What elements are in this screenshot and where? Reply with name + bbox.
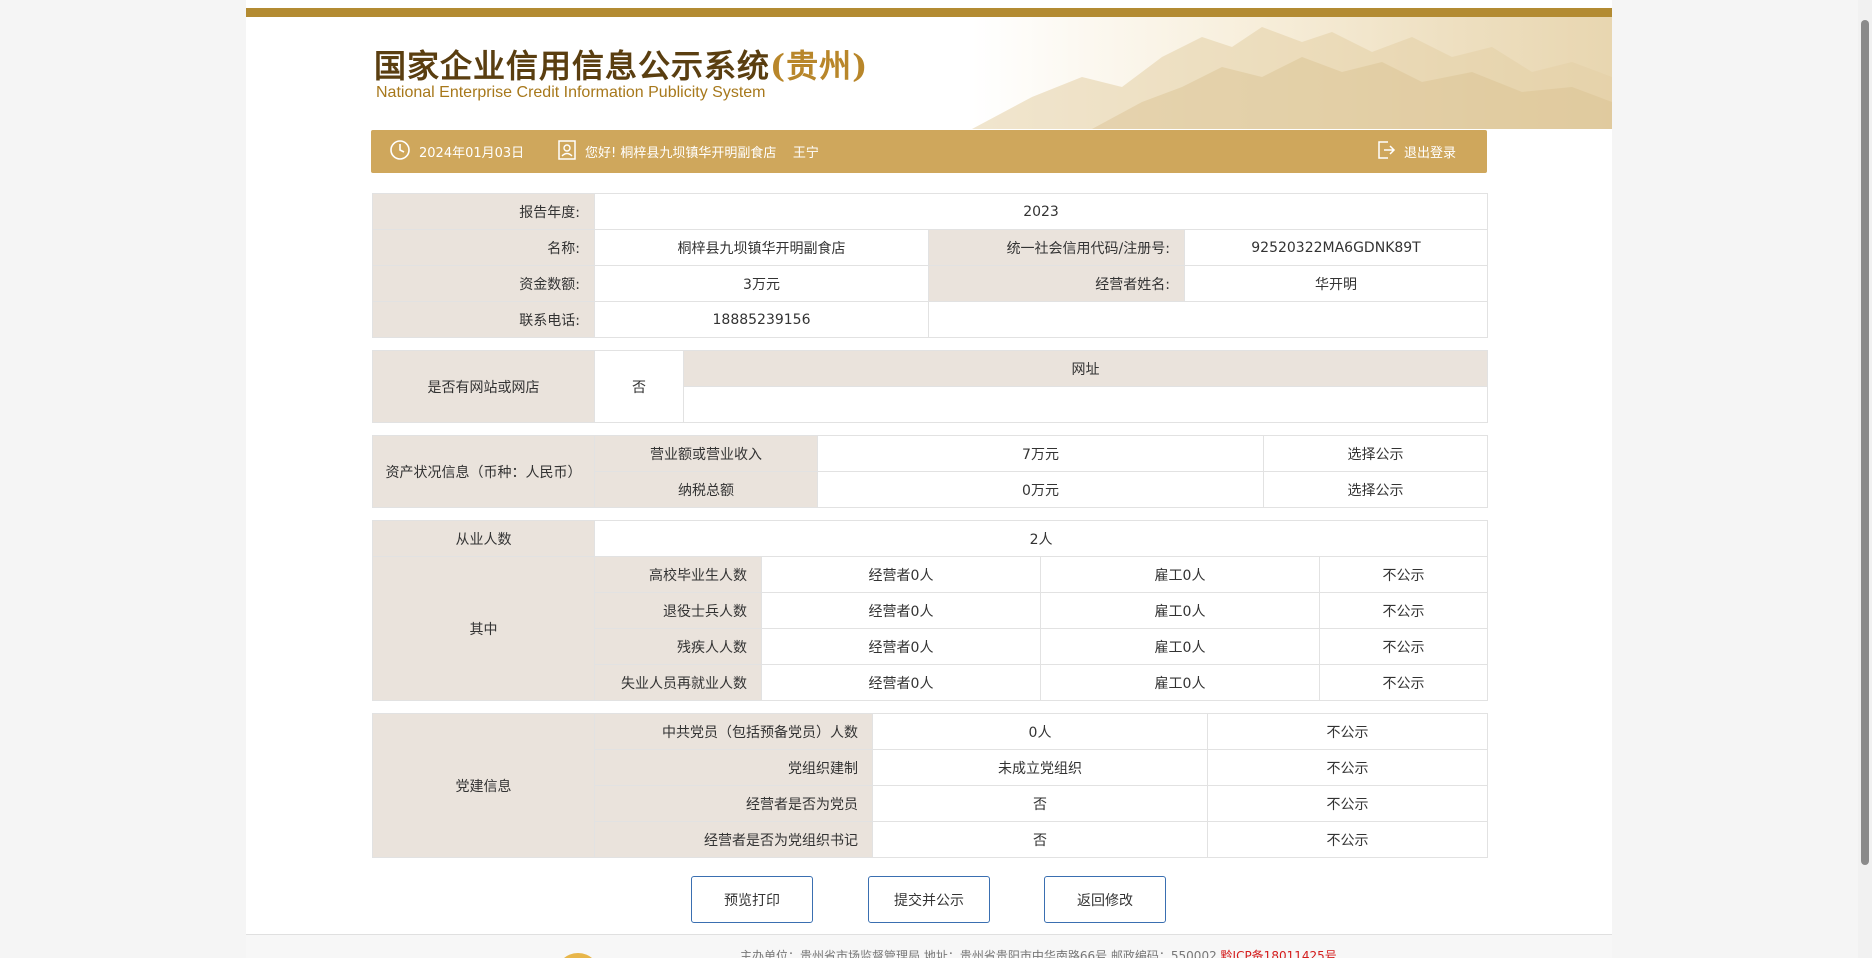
clock-icon [389,139,419,165]
vertical-scrollbar[interactable] [1858,0,1872,958]
asset-public: 选择公示 [1263,435,1488,472]
party-item: 党组织建制 [594,749,873,786]
asset-item: 纳税总额 [594,471,818,508]
site-title: 国家企业信用信息公示系统(贵州) [374,47,869,85]
submit-publish-button[interactable]: 提交并公示 [868,876,990,923]
mountain-banner [972,17,1612,129]
employees-table: 从业人数 2人 其中 高校毕业生人数 经营者0人 雇工0人 不公示 退役士兵人数… [372,520,1489,701]
party-public: 不公示 [1207,749,1488,786]
employee-item: 失业人员再就业人数 [594,664,762,701]
asset-public: 选择公示 [1263,471,1488,508]
asset-value: 0万元 [817,471,1264,508]
province-label: (贵州) [770,47,869,85]
employee-item: 残疾人人数 [594,628,762,665]
employee-item: 退役士兵人数 [594,592,762,629]
nav-user: 您好! 桐梓县九坝镇华开明副食店 王宁 [557,130,819,173]
report-year-label: 报告年度: [372,193,595,230]
website-value: 否 [594,350,684,423]
party-value: 0人 [872,713,1208,750]
employee-hired: 雇工0人 [1040,628,1320,665]
url-value [683,386,1488,423]
logout-icon [1376,139,1404,165]
table-row: 报告年度: 2023 [372,193,1489,230]
credit-code-label: 统一社会信用代码/注册号: [928,229,1185,266]
annual-report-sheet: 报告年度: 2023 名称: 桐梓县九坝镇华开明副食店 统一社会信用代码/注册号… [372,193,1489,858]
preview-print-button[interactable]: 预览打印 [691,876,813,923]
url-header: 网址 [683,350,1488,387]
table-row: 资产状况信息（币种：人民币） 营业额或营业收入 7万元 选择公示 [372,435,1488,508]
employee-operator: 经营者0人 [761,628,1041,665]
nav-bar: 2024年01月03日 您好! 桐梓县九坝镇华开明副食店 王宁 退出登录 [371,130,1487,173]
employee-public: 不公示 [1318,556,1489,593]
phone-value: 18885239156 [594,301,929,338]
table-row: 是否有网站或网店 否 网址 [372,350,1488,423]
party-label: 党建信息 [372,713,595,858]
logout-button[interactable]: 退出登录 [1376,130,1456,173]
employee-item: 高校毕业生人数 [594,556,762,593]
credit-code-value: 92520322MA6GDNK89T [1183,229,1489,266]
scrollbar-thumb[interactable] [1861,20,1869,865]
nav-date: 2024年01月03日 [389,130,524,173]
asset-value: 7万元 [817,435,1264,472]
party-item: 经营者是否为党员 [594,785,873,822]
party-public: 不公示 [1207,821,1488,858]
site-header: 国家企业信用信息公示系统(贵州) National Enterprise Cre… [246,17,1612,129]
current-date: 2024年01月03日 [419,146,525,161]
party-item: 经营者是否为党组织书记 [594,821,873,858]
footer-text: 主办单位：贵州省市场监督管理局 地址：贵州省贵阳市中华南路66号 邮政编码：55… [740,947,1337,958]
employee-operator: 经营者0人 [761,664,1041,701]
user-card-icon [557,139,585,165]
employee-public: 不公示 [1318,664,1489,701]
party-table: 党建信息 中共党员（包括预备党员）人数 0人 不公示 党组织建制 未成立党组织 … [372,713,1488,858]
party-value: 否 [872,821,1208,858]
top-accent-bar [246,8,1612,17]
report-year-value: 2023 [593,193,1489,230]
employee-hired: 雇工0人 [1040,556,1320,593]
employee-public: 不公示 [1318,628,1489,665]
user-greeting: 您好! 桐梓县九坝镇华开明副食店 王宁 [585,146,819,161]
site-subtitle: National Enterprise Credit Information P… [376,84,766,101]
employee-hired: 雇工0人 [1040,664,1320,701]
party-public: 不公示 [1207,713,1488,750]
operator-label: 经营者姓名: [928,265,1185,302]
basic-info-table: 报告年度: 2023 名称: 桐梓县九坝镇华开明副食店 统一社会信用代码/注册号… [372,193,1489,338]
website-label: 是否有网站或网店 [372,350,595,423]
table-row: 资金数额: 3万元 经营者姓名: 华开明 [372,265,1489,302]
party-value: 否 [872,785,1208,822]
party-item: 中共党员（包括预备党员）人数 [594,713,873,750]
footer-info: 主办单位：贵州省市场监督管理局 地址：贵州省贵阳市中华南路66号 邮政编码：55… [740,949,1221,958]
party-value: 未成立党组织 [872,749,1208,786]
table-row: 党建信息 中共党员（包括预备党员）人数 0人 不公示 [372,713,1488,858]
table-row: 联系电话: 18885239156 [372,301,1489,338]
emblem-icon [556,953,600,958]
employee-public: 不公示 [1318,592,1489,629]
table-row: 其中 高校毕业生人数 经营者0人 雇工0人 不公示 [372,556,1489,701]
name-value: 桐梓县九坝镇华开明副食店 [594,229,929,266]
table-row: 名称: 桐梓县九坝镇华开明副食店 统一社会信用代码/注册号: 92520322M… [372,229,1489,266]
employee-operator: 经营者0人 [761,556,1041,593]
assets-table: 资产状况信息（币种：人民币） 营业额或营业收入 7万元 选择公示 纳税总额 0万… [372,435,1488,508]
site-footer: 主办单位：贵州省市场监督管理局 地址：贵州省贵阳市中华南路66号 邮政编码：55… [246,935,1612,958]
website-table: 是否有网站或网店 否 网址 [372,350,1488,423]
back-edit-button[interactable]: 返回修改 [1044,876,1166,923]
action-buttons: 预览打印 提交并公示 返回修改 [0,876,1872,924]
phone-label: 联系电话: [372,301,595,338]
operator-value: 华开明 [1183,265,1489,302]
party-public: 不公示 [1207,785,1488,822]
table-row: 从业人数 2人 [372,520,1489,557]
assets-label: 资产状况信息（币种：人民币） [372,435,595,508]
icp-link[interactable]: 黔ICP备18011425号 [1221,949,1337,958]
employee-hired: 雇工0人 [1040,592,1320,629]
capital-value: 3万元 [594,265,929,302]
employee-operator: 经营者0人 [761,592,1041,629]
asset-item: 营业额或营业收入 [594,435,818,472]
name-label: 名称: [372,229,595,266]
capital-label: 资金数额: [372,265,595,302]
employees-sub-label: 其中 [372,556,595,701]
empty-cell [927,301,1489,338]
logout-label: 退出登录 [1404,146,1457,161]
employees-label: 从业人数 [372,520,595,557]
employees-total: 2人 [593,520,1489,557]
